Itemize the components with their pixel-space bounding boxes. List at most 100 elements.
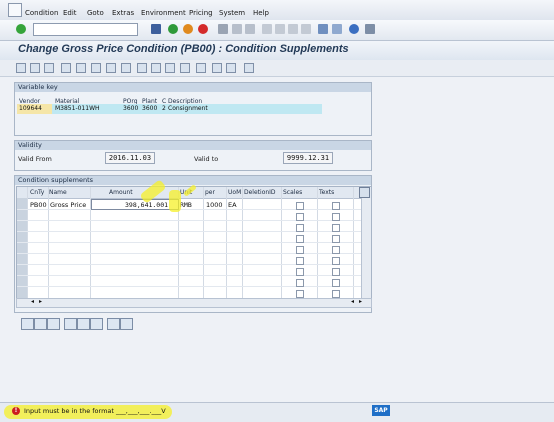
scales-checkbox[interactable] <box>296 257 304 265</box>
find-next-icon[interactable] <box>245 24 255 34</box>
scales-checkbox[interactable] <box>296 246 304 254</box>
scales-column-header[interactable]: Scales <box>283 189 302 196</box>
shortcut-icon[interactable] <box>332 24 342 34</box>
first-page-icon[interactable] <box>262 24 272 34</box>
texts-column-header[interactable]: Texts <box>319 189 334 196</box>
texts-checkbox[interactable] <box>332 235 340 243</box>
cnty-cell[interactable]: PB00 <box>30 201 47 209</box>
additional-data-icon[interactable] <box>106 63 116 73</box>
previous-page-icon[interactable] <box>275 24 285 34</box>
display-change-icon[interactable] <box>16 63 26 73</box>
row-divider <box>17 253 371 254</box>
deselect-button[interactable] <box>47 318 60 330</box>
texts-checkbox[interactable] <box>332 279 340 287</box>
delete-row-button[interactable] <box>77 318 90 330</box>
unit-cell[interactable]: RMB <box>180 201 192 209</box>
last-row-button[interactable] <box>120 318 133 330</box>
new-session-icon[interactable] <box>318 24 328 34</box>
window-menu-icon[interactable] <box>8 3 22 17</box>
uom-column-header[interactable]: UoM <box>228 189 241 196</box>
key-icon[interactable] <box>61 63 71 73</box>
menu-extras[interactable]: Extras <box>112 0 134 20</box>
delete-line-icon[interactable] <box>196 63 206 73</box>
status-bar: ! Input must be in the format ___,___,__… <box>0 402 554 422</box>
per-column-header[interactable]: per <box>205 189 215 196</box>
horizontal-scrollbar[interactable]: ◂ ▸ ◂ ▸ <box>16 298 372 308</box>
select-block-icon[interactable] <box>151 63 161 73</box>
scales-checkbox[interactable] <box>296 279 304 287</box>
layout-menu-icon[interactable] <box>365 24 375 34</box>
scales-checkbox[interactable] <box>296 213 304 221</box>
copy-row-button[interactable] <box>90 318 103 330</box>
other-icon[interactable] <box>244 63 254 73</box>
status-message[interactable]: Input must be in the format ___,___,___.… <box>24 407 166 415</box>
back-icon[interactable] <box>168 24 178 34</box>
condition-rate-icon[interactable] <box>76 63 86 73</box>
help-icon[interactable] <box>349 24 359 34</box>
select-all-rows-button[interactable] <box>21 318 34 330</box>
scales-checkbox[interactable] <box>296 202 304 210</box>
insert-row-button[interactable] <box>64 318 77 330</box>
texts-checkbox[interactable] <box>332 213 340 221</box>
valid-from-label: Valid From <box>18 155 52 163</box>
insert-line-icon[interactable] <box>180 63 190 73</box>
menu-help[interactable]: Help <box>253 0 269 20</box>
next-page-icon[interactable] <box>288 24 298 34</box>
amount-column-header[interactable]: Amount <box>109 189 133 196</box>
exit-icon[interactable] <box>183 24 193 34</box>
row-selector-column[interactable] <box>17 198 27 300</box>
scales-icon[interactable] <box>91 63 101 73</box>
menu-edit[interactable]: Edit <box>63 0 77 20</box>
find-icon[interactable] <box>232 24 242 34</box>
menu-system[interactable]: System <box>219 0 245 20</box>
name-cell: Gross Price <box>50 201 87 209</box>
valid-to-field[interactable]: 9999.12.31 <box>283 152 333 164</box>
condition-info-icon[interactable] <box>44 63 54 73</box>
uom-cell[interactable]: EA <box>228 201 237 209</box>
cnty-column-header[interactable]: CnTy <box>30 189 44 196</box>
scales-checkbox[interactable] <box>296 268 304 276</box>
texts-checkbox[interactable] <box>332 268 340 276</box>
per-cell[interactable]: 1000 <box>206 201 223 209</box>
scales-checkbox[interactable] <box>296 235 304 243</box>
menu-condition[interactable]: Condition <box>25 0 58 20</box>
scales-checkbox[interactable] <box>296 290 304 298</box>
command-field[interactable] <box>33 23 138 36</box>
menu-environment[interactable]: Environment <box>141 0 186 20</box>
scroll-right-end-icon[interactable]: ▸ <box>359 298 362 305</box>
texts-checkbox[interactable] <box>332 224 340 232</box>
last-page-icon[interactable] <box>301 24 311 34</box>
table-settings-icon[interactable] <box>359 187 370 198</box>
name-column-header[interactable]: Name <box>49 189 67 196</box>
details-icon[interactable] <box>30 63 40 73</box>
menu-goto[interactable]: Goto <box>87 0 104 20</box>
texts-checkbox[interactable] <box>332 246 340 254</box>
save-icon[interactable] <box>151 24 161 34</box>
select-block-button[interactable] <box>34 318 47 330</box>
select-all-icon[interactable] <box>137 63 147 73</box>
cancel-icon[interactable] <box>198 24 208 34</box>
scales-checkbox[interactable] <box>296 224 304 232</box>
c-value: 2 <box>162 105 166 112</box>
enter-icon[interactable] <box>16 24 26 34</box>
texts-checkbox[interactable] <box>332 202 340 210</box>
deletion-id-column-header[interactable]: DeletionID <box>244 189 276 196</box>
texts-checkbox[interactable] <box>332 257 340 265</box>
vertical-scrollbar[interactable] <box>361 198 371 300</box>
row-divider <box>17 220 371 221</box>
texts-icon[interactable] <box>121 63 131 73</box>
valid-from-field[interactable]: 2016.11.03 <box>105 152 155 164</box>
texts-checkbox[interactable] <box>332 290 340 298</box>
description-value: Consignment <box>168 105 208 112</box>
scroll-left-end-icon[interactable]: ◂ <box>351 298 354 305</box>
column-divider <box>353 187 354 300</box>
menu-pricing[interactable]: Pricing <box>189 0 213 20</box>
scroll-left-icon[interactable]: ◂ <box>31 298 34 305</box>
first-row-button[interactable] <box>107 318 120 330</box>
deselect-all-icon[interactable] <box>165 63 175 73</box>
scroll-right-icon[interactable]: ▸ <box>39 298 42 305</box>
paste-icon[interactable] <box>226 63 236 73</box>
row-divider <box>17 231 371 232</box>
print-icon[interactable] <box>218 24 228 34</box>
copy-icon[interactable] <box>212 63 222 73</box>
